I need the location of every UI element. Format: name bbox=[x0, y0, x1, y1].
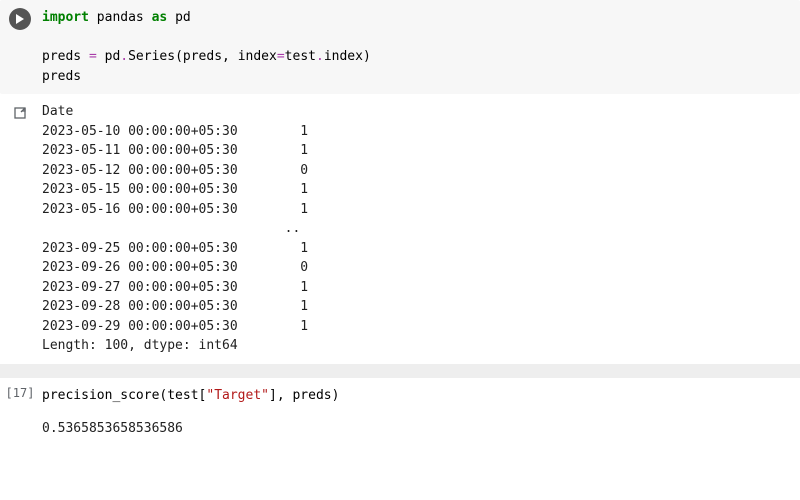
ref-test2: test bbox=[167, 388, 198, 403]
output-cell-1-text: Date 2023-05-10 00:00:00+05:30 1 2023-05… bbox=[42, 102, 790, 356]
punc-paren-open: ( bbox=[175, 49, 183, 64]
code-cell-2: [17] precision_score(test["Target"], pre… bbox=[0, 378, 800, 447]
cell-divider bbox=[0, 364, 800, 378]
keyword-import: import bbox=[42, 10, 89, 25]
module-pandas: pandas bbox=[97, 10, 144, 25]
output-collapse-button[interactable] bbox=[9, 102, 31, 124]
op-assign: = bbox=[89, 49, 97, 64]
op-dot: . bbox=[120, 49, 128, 64]
output-cell-1: Date 2023-05-10 00:00:00+05:30 1 2023-05… bbox=[0, 94, 800, 364]
play-icon bbox=[15, 14, 25, 24]
exec-count-gutter: [17] bbox=[0, 384, 40, 400]
op-dot2: . bbox=[316, 49, 324, 64]
punc-comma: , bbox=[222, 49, 230, 64]
output-expand-icon bbox=[12, 105, 28, 121]
op-kwarg-eq: = bbox=[277, 49, 285, 64]
execution-count: [17] bbox=[6, 386, 35, 400]
output-gutter bbox=[0, 100, 40, 124]
code-cell-1-source: import pandas as pd preds = pd.Series(pr… bbox=[42, 8, 790, 86]
ref-pd: pd bbox=[105, 49, 121, 64]
punc-comma2: , bbox=[277, 388, 285, 403]
arg-preds2: preds bbox=[292, 388, 331, 403]
arg-preds: preds bbox=[183, 49, 222, 64]
ref-test: test bbox=[285, 49, 316, 64]
kwarg-index-name: index bbox=[238, 49, 277, 64]
alias-pd: pd bbox=[175, 10, 191, 25]
code-cell-1-body[interactable]: import pandas as pd preds = pd.Series(pr… bbox=[40, 6, 800, 88]
run-cell-button[interactable] bbox=[9, 8, 31, 30]
attr-series: Series bbox=[128, 49, 175, 64]
code-cell-2-source: precision_score(test["Target"], preds) bbox=[42, 386, 790, 406]
fn-precision-score: precision_score bbox=[42, 388, 159, 403]
output-cell-1-body: Date 2023-05-10 00:00:00+05:30 1 2023-05… bbox=[40, 100, 800, 358]
attr-index: index bbox=[324, 49, 363, 64]
var-preds: preds bbox=[42, 49, 81, 64]
expr-preds: preds bbox=[42, 69, 81, 84]
string-target: "Target" bbox=[206, 388, 269, 403]
punc-paren-close: ) bbox=[363, 49, 371, 64]
run-cell-gutter bbox=[0, 6, 40, 30]
punc-bracket-close: ] bbox=[269, 388, 277, 403]
code-cell-2-body[interactable]: precision_score(test["Target"], preds) 0… bbox=[40, 384, 800, 441]
punc-paren-close2: ) bbox=[332, 388, 340, 403]
code-cell-1: import pandas as pd preds = pd.Series(pr… bbox=[0, 0, 800, 94]
output-cell-2-text: 0.5365853658536586 bbox=[42, 419, 790, 439]
keyword-as: as bbox=[152, 10, 168, 25]
